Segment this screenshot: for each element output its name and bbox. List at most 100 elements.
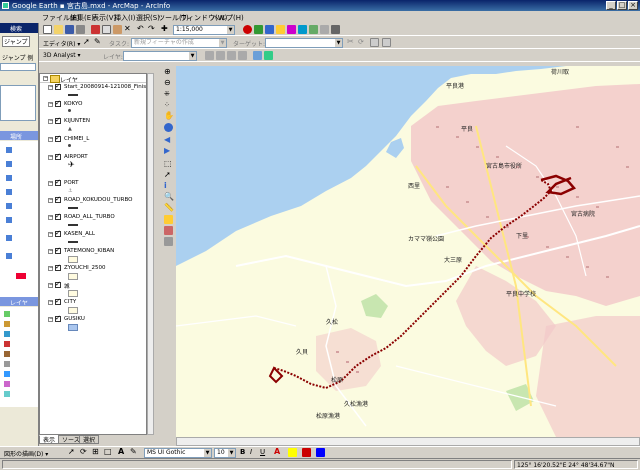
fixed-zoom-in-icon[interactable]: ⁜	[164, 90, 173, 99]
layer-visibility-checkbox[interactable]	[55, 178, 61, 186]
font-size-combo[interactable]: 10 ▼	[214, 448, 236, 458]
toc-layer-row[interactable]: − CHIMEI_L	[40, 134, 146, 152]
zoom-out-icon[interactable]: ⊖	[164, 79, 173, 88]
sketch-tool-icon[interactable]: ✎	[94, 38, 103, 47]
underline-button[interactable]: U	[260, 448, 269, 457]
font-color-icon[interactable]: A	[274, 448, 283, 457]
layer-expand-toggle[interactable]: −	[48, 198, 53, 203]
layer-expand-toggle[interactable]: −	[48, 102, 53, 107]
toc-layer-row[interactable]: − PORT ⚓	[40, 178, 146, 196]
model-builder-icon[interactable]	[276, 25, 285, 34]
identify-icon[interactable]: i	[164, 182, 173, 191]
layer-visibility-checkbox[interactable]	[55, 99, 61, 107]
map-view[interactable]: 荷川取 平良 西里 大三原 下里 久松 久貝 松原 平良港 宮古島市役所 宮古病…	[176, 66, 640, 437]
rotate-icon[interactable]: ⟳	[80, 448, 89, 457]
delete-icon[interactable]: ✕	[124, 25, 133, 34]
layer-name[interactable]: KIJUNTEN	[64, 118, 90, 124]
draw-menu[interactable]: 図形の描画(D) ▾	[4, 449, 48, 458]
layer-visibility-checkbox[interactable]	[55, 82, 61, 90]
zoom-whole-page-icon[interactable]: ⊞	[92, 448, 101, 457]
arcscene-icon[interactable]	[253, 51, 262, 60]
toc-layer-row[interactable]: − KIJUNTEN ▲	[40, 116, 146, 134]
layer-expand-toggle[interactable]: −	[48, 283, 53, 288]
toc-layer-row[interactable]: − TATEMONO_KIBAN	[40, 246, 146, 264]
maximize-button[interactable]: □	[617, 1, 627, 10]
toc-layer-row[interactable]: − KOKYO	[40, 99, 146, 117]
close-button[interactable]: ×	[628, 1, 638, 10]
measure-icon[interactable]: 📏	[164, 204, 174, 213]
cut-icon[interactable]	[91, 25, 100, 34]
globe-tool-icon[interactable]	[309, 25, 318, 34]
layer-name[interactable]: TATEMONO_KIBAN	[64, 248, 114, 254]
toc-layer-row[interactable]: − CITY	[40, 297, 146, 315]
layer-visibility-checkbox[interactable]	[55, 297, 61, 305]
profile-graph-icon[interactable]	[238, 51, 247, 60]
time-slider-icon[interactable]	[164, 237, 173, 246]
fixed-zoom-out-icon[interactable]: ⁘	[164, 101, 173, 110]
toc-layer-row[interactable]: − GUSIKU	[40, 314, 146, 332]
layer-expand-toggle[interactable]: −	[48, 155, 53, 160]
rectangle-icon[interactable]: □	[104, 448, 113, 457]
paste-icon[interactable]	[113, 25, 122, 34]
ge-jump-input[interactable]	[0, 63, 36, 71]
layer-visibility-checkbox[interactable]	[55, 280, 61, 288]
undo-icon[interactable]: ↶	[137, 25, 146, 34]
new-document-icon[interactable]	[43, 25, 52, 34]
layer-expand-toggle[interactable]: −	[48, 215, 53, 220]
toc-layer-row[interactable]: −AIRPORT✈	[40, 152, 146, 170]
layer-name[interactable]: CHIMEI_L	[64, 136, 89, 142]
save-icon[interactable]	[65, 25, 74, 34]
callout-icon[interactable]: ✎	[130, 448, 139, 457]
contour-tool-icon[interactable]	[205, 51, 214, 60]
layer-expand-toggle[interactable]: −	[48, 137, 53, 142]
toc-layer-row[interactable]: −城	[40, 280, 146, 298]
steepest-path-icon[interactable]	[216, 51, 225, 60]
find-icon[interactable]: 🔍	[164, 193, 174, 202]
menu-insert[interactable]: 挿入(I)	[114, 13, 136, 23]
catalog-icon[interactable]	[287, 25, 296, 34]
layer-name[interactable]: KASEN_ALL	[64, 231, 95, 237]
hyperlink-icon[interactable]	[164, 215, 173, 224]
edit-tool-icon[interactable]: ➚	[83, 38, 92, 47]
toc-layer-row[interactable]: − ROAD_ALL_TURBO	[40, 212, 146, 230]
layer-name[interactable]: ROAD_KOKUDOU_TURBO	[64, 197, 132, 203]
menu-edit[interactable]: 編集(E)	[70, 13, 94, 23]
layer-expand-toggle[interactable]: −	[48, 249, 53, 254]
toc-layer-row[interactable]: − Start_20080914-121008_Finish_S	[40, 82, 146, 100]
layer-expand-toggle[interactable]: −	[48, 119, 53, 124]
arcglobe-icon[interactable]	[264, 51, 273, 60]
full-extent-icon[interactable]	[164, 123, 173, 132]
layer-expand-toggle[interactable]: −	[48, 300, 53, 305]
marker-color-icon[interactable]	[316, 448, 325, 457]
layer-name[interactable]: GUSIKU	[64, 316, 85, 322]
arctoolbox-icon[interactable]	[254, 25, 263, 34]
layer-expand-toggle[interactable]: −	[48, 85, 53, 90]
map-hscrollbar[interactable]	[176, 437, 640, 446]
split-tool-icon[interactable]: ✂	[347, 38, 356, 47]
layer-visibility-checkbox[interactable]	[55, 195, 61, 203]
sketch-properties-icon[interactable]	[382, 38, 391, 47]
layer-name[interactable]: ZYOUCHI_2500	[64, 265, 106, 271]
layer-visibility-checkbox[interactable]	[55, 229, 61, 237]
text-icon[interactable]: A	[118, 448, 127, 457]
map-scale-combo[interactable]: 1:15,000 ▼	[173, 25, 235, 35]
toc-layer-row[interactable]: − ZYOUCHI_2500	[40, 263, 146, 281]
pan-icon[interactable]: ✋	[164, 112, 174, 121]
toc-layer-row[interactable]: − KASEN_ALL	[40, 229, 146, 247]
layer-name[interactable]: CITY	[64, 299, 76, 305]
line-color-icon[interactable]	[302, 448, 311, 457]
menu-view[interactable]: 表示(V)	[92, 13, 116, 23]
layout-icon[interactable]	[320, 25, 329, 34]
layer-expand-toggle[interactable]: −	[48, 181, 53, 186]
editor-menu[interactable]: エディタ(R) ▾	[43, 39, 80, 48]
bold-button[interactable]: B	[240, 448, 249, 457]
layer-name[interactable]: ROAD_ALL_TURBO	[64, 214, 115, 220]
line-of-sight-icon[interactable]	[227, 51, 236, 60]
menu-help[interactable]: ヘルプ(H)	[212, 13, 244, 23]
open-folder-icon[interactable]	[54, 25, 63, 34]
fill-color-icon[interactable]	[288, 448, 297, 457]
select-elements-icon[interactable]: ➚	[164, 171, 173, 180]
whats-this-icon[interactable]	[331, 25, 340, 34]
forward-extent-icon[interactable]: ▶	[164, 147, 173, 156]
font-combo[interactable]: MS UI Gothic ▼	[144, 448, 212, 458]
